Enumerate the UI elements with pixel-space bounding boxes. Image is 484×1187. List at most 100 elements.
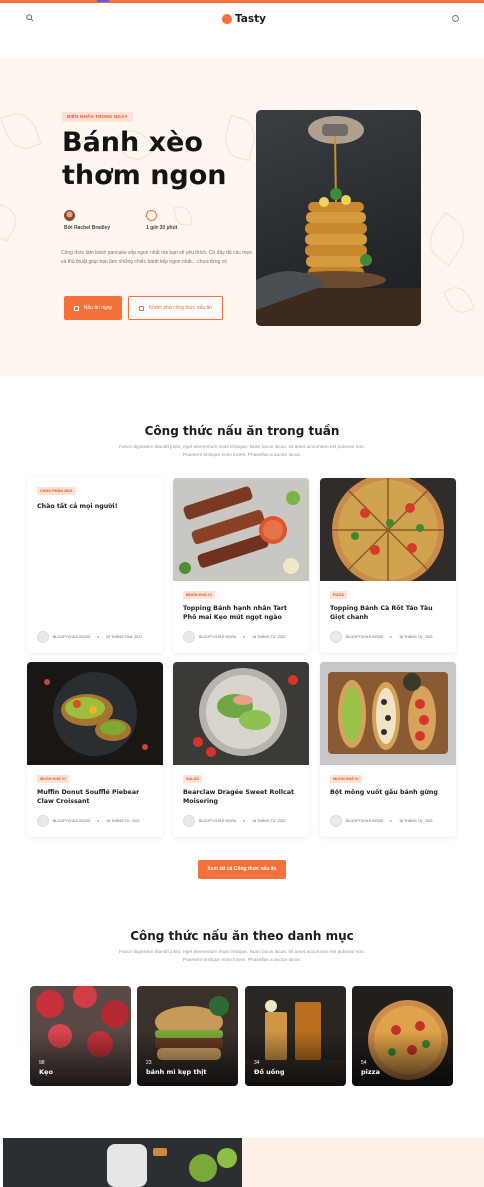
card-image-skewers[interactable] bbox=[173, 478, 309, 581]
avatar bbox=[330, 815, 342, 827]
search-icon[interactable] bbox=[24, 13, 36, 25]
recipe-card[interactable]: MUỐN KHÁ VỊ Topping Bánh hạnh nhân Tart … bbox=[173, 478, 309, 653]
site-header: Tasty bbox=[0, 3, 484, 37]
hero-section: BIẾN NHÂN TRONG NGÀY Bánh xèo thơm ngon … bbox=[0, 58, 484, 376]
card-author[interactable]: BLOGFYCHILD NGON bbox=[199, 635, 236, 639]
category-count: 54 bbox=[361, 1060, 367, 1066]
card-meta: BLOGFYCHILD NGON 18 THÁNG TƯ, 2021 bbox=[183, 631, 286, 643]
card-meta: BLOGFYCHILD NGON 18 THÁNG TƯ, 2021 bbox=[330, 631, 433, 643]
hero-badge: BIẾN NHÂN TRONG NGÀY bbox=[62, 112, 133, 122]
recipe-card[interactable]: MUỐN KHÁ VỊ Bột mông vuốt gấu bánh gừng … bbox=[320, 662, 456, 837]
card-date: 29 THÁNG TÁM, 2021 bbox=[106, 635, 143, 639]
card-author[interactable]: BLOGFYCHILD NGON bbox=[199, 819, 236, 823]
card-author[interactable]: BLOGFYCHILD NGON bbox=[53, 635, 90, 639]
clock-icon bbox=[146, 210, 157, 221]
category-count: 23 bbox=[146, 1060, 152, 1066]
card-author[interactable]: BLOGFYCHILD NGON bbox=[53, 819, 90, 823]
categories-section-subtitle: Fusce dignissim blandit justo, eget elem… bbox=[118, 950, 366, 963]
categories-section-title: Công thức nấu ăn theo danh mục bbox=[130, 929, 354, 943]
card-meta: BLOGFYCHILD NGON 18 THÁNG TƯ, 2021 bbox=[37, 815, 140, 827]
card-tag[interactable]: MUỐN KHÁ VỊ bbox=[37, 775, 69, 783]
separator-dot bbox=[97, 636, 100, 638]
separator-dot bbox=[243, 636, 246, 638]
card-tag[interactable]: MUỐN KHÁ VỊ bbox=[183, 591, 215, 599]
card-title[interactable]: Muffin Donut Soufflé Piebear Claw Croiss… bbox=[37, 788, 155, 806]
card-author[interactable]: BLOGFYCHILD NGON bbox=[346, 635, 383, 639]
promo-image bbox=[3, 1138, 242, 1187]
avatar bbox=[64, 210, 75, 221]
author-name[interactable]: Bởi Rachel Bradley bbox=[64, 225, 110, 231]
category-name[interactable]: Kẹo bbox=[39, 1068, 53, 1076]
category-count: 34 bbox=[254, 1060, 260, 1066]
category-name[interactable]: pizza bbox=[361, 1068, 380, 1076]
leaf-decoration bbox=[0, 108, 42, 154]
brand-name: Tasty bbox=[235, 13, 267, 25]
category-shade bbox=[30, 1031, 131, 1086]
category-shade bbox=[352, 1031, 453, 1086]
card-date: 18 THÁNG TƯ, 2021 bbox=[252, 819, 286, 823]
category-shade bbox=[245, 1031, 346, 1086]
top-accent-mark bbox=[97, 0, 109, 2]
recipe-card[interactable]: MUỐN KHÁ VỊ Muffin Donut Soufflé Piebear… bbox=[27, 662, 163, 837]
category-name[interactable]: bánh mì kẹp thịt bbox=[146, 1068, 207, 1076]
hero-description: Công thức làm bánh pancake xốp ngon nhất… bbox=[61, 250, 252, 265]
weekly-section-title: Công thức nấu ăn trong tuần bbox=[144, 424, 340, 438]
cook-now-label: Nấu ăn ngay bbox=[83, 305, 113, 311]
card-tag[interactable]: MUỐN KHÁ VỊ bbox=[330, 775, 362, 783]
card-tag[interactable]: SALAD bbox=[183, 775, 203, 783]
view-all-recipes-button[interactable]: Xem tất cả Công thức nấu ăn bbox=[198, 860, 286, 879]
category-card-candy[interactable]: 98 Kẹo bbox=[30, 986, 131, 1086]
separator-dot bbox=[97, 820, 100, 822]
avatar bbox=[183, 631, 195, 643]
hero-title: Bánh xèo thơm ngon bbox=[62, 127, 227, 191]
category-card-drinks[interactable]: 34 Đồ uống bbox=[245, 986, 346, 1086]
recipe-card[interactable]: PIZZA Topping Bánh Cà Rốt Táo Tàu Giọt c… bbox=[320, 478, 456, 653]
card-meta: BLOGFYCHILD NGON 18 THÁNG TƯ, 2021 bbox=[183, 815, 286, 827]
hero-author: Bởi Rachel Bradley bbox=[64, 210, 110, 231]
category-card-burger[interactable]: 23 bánh mì kẹp thịt bbox=[137, 986, 238, 1086]
category-card-pizza[interactable]: 54 pizza bbox=[352, 986, 453, 1086]
promo-panel bbox=[242, 1138, 484, 1187]
avatar bbox=[37, 815, 49, 827]
category-count: 98 bbox=[39, 1060, 45, 1066]
card-date: 18 THÁNG TƯ, 2021 bbox=[399, 819, 433, 823]
card-image-bruschetta[interactable] bbox=[320, 662, 456, 765]
explore-recipes-label: Khám phá công thức nấu ăn bbox=[148, 305, 213, 311]
cook-time: 1 giờ 30 phút bbox=[146, 225, 178, 231]
separator-dot bbox=[243, 820, 246, 822]
card-title[interactable]: Bột mông vuốt gấu bánh gừng bbox=[330, 788, 448, 797]
card-title[interactable]: Chào tất cả mọi người! bbox=[37, 502, 155, 511]
card-author[interactable]: BLOGFYCHILD NGON bbox=[346, 819, 383, 823]
category-shade bbox=[137, 1031, 238, 1086]
card-tag[interactable]: PIZZA bbox=[330, 591, 347, 599]
weekly-section-subtitle: Fusce dignissim blandit justo, eget elem… bbox=[118, 445, 366, 458]
card-date: 18 THÁNG TƯ, 2021 bbox=[106, 819, 140, 823]
explore-recipes-button[interactable]: Khám phá công thức nấu ăn bbox=[128, 296, 223, 320]
book-icon bbox=[73, 305, 79, 311]
card-title[interactable]: Topping Bánh Cà Rốt Táo Tàu Giọt chanh bbox=[330, 604, 448, 622]
recipe-card[interactable]: CHÀO PHẦN 2024 Chào tất cả mọi người! BL… bbox=[27, 478, 163, 653]
leaf-decoration bbox=[0, 204, 22, 242]
category-name[interactable]: Đồ uống bbox=[254, 1068, 285, 1076]
card-meta: BLOGFYCHILD NGON 18 THÁNG TƯ, 2021 bbox=[330, 815, 433, 827]
cook-now-button[interactable]: Nấu ăn ngay bbox=[64, 296, 122, 320]
card-image-toast[interactable] bbox=[27, 662, 163, 765]
separator-dot bbox=[390, 636, 393, 638]
leaf-decoration bbox=[443, 282, 475, 318]
card-date: 18 THÁNG TƯ, 2021 bbox=[252, 635, 286, 639]
avatar bbox=[183, 815, 195, 827]
card-tag[interactable]: CHÀO PHẦN 2024 bbox=[37, 487, 76, 495]
card-image-pizza[interactable] bbox=[320, 478, 456, 586]
brand-logo[interactable]: Tasty bbox=[222, 11, 266, 27]
hero-time: 1 giờ 30 phút bbox=[146, 210, 177, 231]
avatar bbox=[37, 631, 49, 643]
card-image-salad[interactable] bbox=[173, 662, 309, 765]
user-icon[interactable] bbox=[449, 13, 461, 25]
hero-image-pancakes bbox=[256, 110, 421, 326]
leaf-decoration bbox=[421, 212, 473, 266]
card-date: 18 THÁNG TƯ, 2021 bbox=[399, 635, 433, 639]
card-meta: BLOGFYCHILD NGON 29 THÁNG TÁM, 2021 bbox=[37, 631, 142, 643]
recipe-card[interactable]: SALAD Bearclaw Dragée Sweet Rollcat Mois… bbox=[173, 662, 309, 837]
card-title[interactable]: Topping Bánh hạnh nhân Tart Phô mai Kẹo … bbox=[183, 604, 301, 622]
card-title[interactable]: Bearclaw Dragée Sweet Rollcat Moisering bbox=[183, 788, 301, 806]
